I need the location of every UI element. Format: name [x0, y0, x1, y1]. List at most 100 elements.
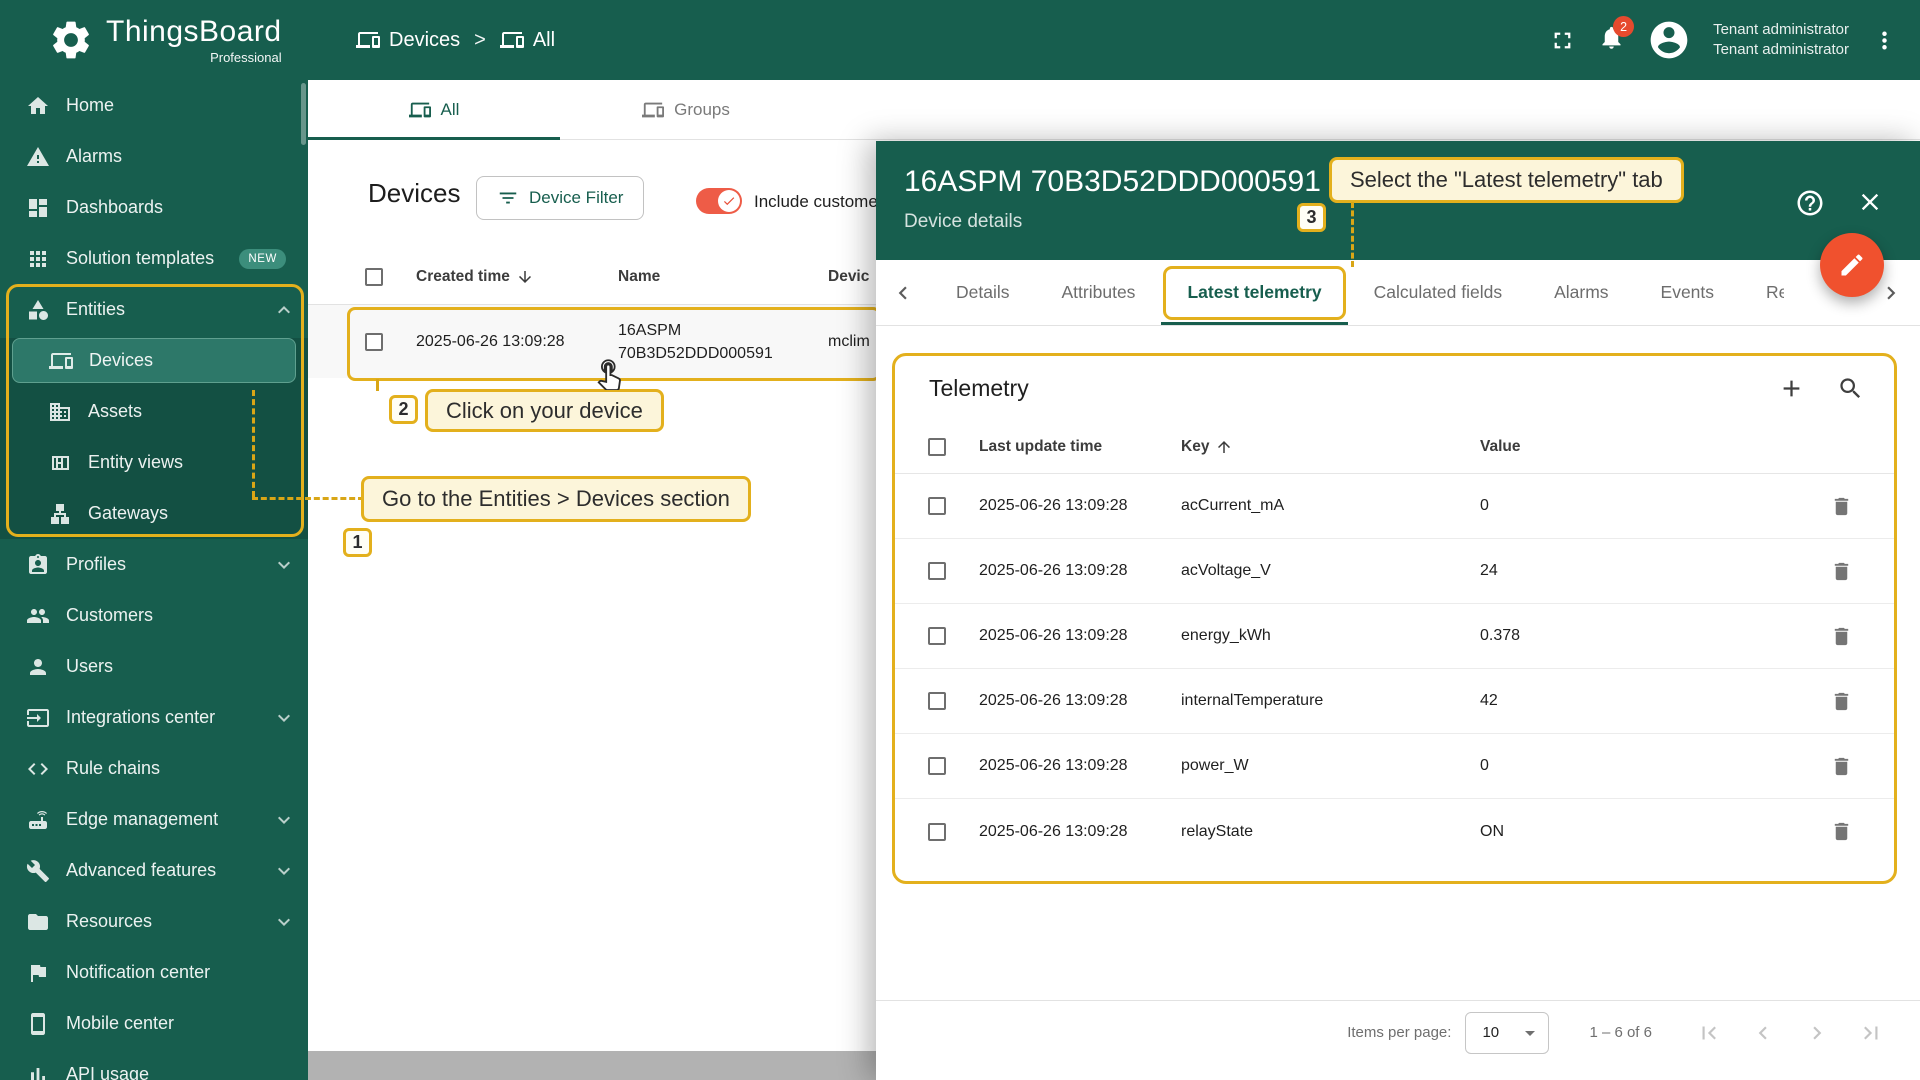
tab-details[interactable]: Details	[930, 260, 1036, 325]
telemetry-row[interactable]: 2025-06-26 13:09:28 acCurrent_mA 0	[895, 474, 1894, 539]
edit-fab-button[interactable]	[1820, 233, 1884, 297]
breadcrumb-devices[interactable]: Devices	[356, 28, 460, 52]
fullscreen-icon[interactable]	[1549, 27, 1576, 54]
device-filter-button[interactable]: Device Filter	[476, 176, 645, 220]
entity-views-icon	[48, 451, 72, 475]
close-icon[interactable]	[1856, 188, 1884, 216]
row-checkbox[interactable]	[365, 332, 383, 351]
tab-attributes[interactable]: Attributes	[1036, 260, 1162, 325]
tab-relations-clipped[interactable]: Re	[1740, 260, 1784, 325]
row-checkbox[interactable]	[928, 562, 946, 580]
tab-groups[interactable]: Groups	[560, 80, 812, 139]
step1-dashed-line-vertical	[252, 390, 255, 497]
items-per-page-select[interactable]: 10	[1465, 1011, 1550, 1054]
folder-icon	[26, 910, 50, 934]
tabs-scroll-left[interactable]	[876, 260, 930, 325]
sidebar-item-rule-chains[interactable]: Rule chains	[0, 743, 308, 794]
dropdown-arrow-icon	[1518, 1021, 1542, 1045]
rule-chains-icon	[26, 757, 50, 781]
tab-all[interactable]: All	[308, 80, 560, 140]
logo-text: ThingsBoard Professional	[106, 15, 282, 65]
tab-calculated-fields[interactable]: Calculated fields	[1348, 260, 1528, 325]
sidebar-item-mobile-center[interactable]: Mobile center	[0, 998, 308, 1049]
sidebar-scrollbar[interactable]	[301, 83, 306, 145]
sidebar: Home Alarms Dashboards Solution template…	[0, 80, 308, 1080]
telemetry-card-header: Telemetry	[895, 356, 1894, 420]
sidebar-item-resources[interactable]: Resources	[0, 896, 308, 947]
next-page-icon[interactable]	[1804, 1020, 1830, 1046]
telemetry-row[interactable]: 2025-06-26 13:09:28 energy_kWh 0.378	[895, 604, 1894, 669]
column-last-update-time[interactable]: Last update time	[965, 438, 1165, 456]
sidebar-item-home[interactable]: Home	[0, 80, 308, 131]
delete-icon[interactable]	[1830, 495, 1853, 518]
sidebar-item-api-usage[interactable]: API usage	[0, 1049, 308, 1080]
sidebar-item-solution-templates[interactable]: Solution templates NEW	[0, 233, 308, 284]
delete-icon[interactable]	[1830, 560, 1853, 583]
tab-latest-telemetry[interactable]: Latest telemetry	[1161, 260, 1348, 325]
app-name: ThingsBoard	[106, 15, 282, 48]
step3-dashed-line	[1351, 202, 1354, 267]
row-checkbox[interactable]	[928, 822, 946, 841]
tab-events[interactable]: Events	[1635, 260, 1741, 325]
user-name: Tenant administrator	[1713, 21, 1849, 38]
sidebar-item-integrations-center[interactable]: Integrations center	[0, 692, 308, 743]
sidebar-item-alarms[interactable]: Alarms	[0, 131, 308, 182]
sidebar-item-notification-center[interactable]: Notification center	[0, 947, 308, 998]
devices-icon	[356, 28, 380, 52]
row-checkbox[interactable]	[928, 757, 946, 775]
entity-tabs: All Groups	[308, 80, 1920, 140]
sidebar-item-users[interactable]: Users	[0, 641, 308, 692]
chevron-up-icon	[272, 298, 296, 322]
column-key[interactable]: Key	[1165, 438, 1465, 456]
toggle-label: Include custome	[754, 192, 878, 211]
column-created-time[interactable]: Created time	[408, 268, 610, 286]
row-checkbox[interactable]	[928, 692, 946, 710]
breadcrumb-all-label: All	[532, 28, 556, 51]
telemetry-row[interactable]: 2025-06-26 13:09:28 acVoltage_V 24	[895, 539, 1894, 604]
telemetry-row[interactable]: 2025-06-26 13:09:28 relayState ON	[895, 799, 1894, 864]
help-icon[interactable]	[1795, 188, 1825, 218]
notifications-button[interactable]: 2	[1598, 16, 1635, 56]
delete-icon[interactable]	[1830, 690, 1853, 713]
flag-icon	[26, 961, 50, 985]
integrations-icon	[26, 706, 50, 730]
new-badge: NEW	[239, 248, 286, 269]
avatar[interactable]	[1647, 18, 1691, 62]
row-checkbox[interactable]	[928, 497, 946, 515]
bar-chart-icon	[26, 1063, 50, 1080]
previous-page-icon[interactable]	[1750, 1020, 1776, 1046]
app-logo[interactable]: ThingsBoard Professional	[48, 0, 282, 80]
hand-cursor	[592, 356, 626, 391]
telemetry-row[interactable]: 2025-06-26 13:09:28 power_W 0	[895, 734, 1894, 799]
sidebar-item-customers[interactable]: Customers	[0, 590, 308, 641]
select-all-checkbox[interactable]	[365, 268, 383, 286]
sidebar-item-dashboards[interactable]: Dashboards	[0, 182, 308, 233]
last-page-icon[interactable]	[1858, 1020, 1884, 1046]
check-icon	[722, 194, 736, 208]
sidebar-item-entities[interactable]: Entities	[0, 284, 308, 335]
breadcrumb-all[interactable]: All	[499, 28, 556, 52]
row-checkbox[interactable]	[928, 627, 946, 645]
tab-alarms[interactable]: Alarms	[1528, 260, 1634, 325]
column-value[interactable]: Value	[1465, 438, 1789, 456]
include-customers-toggle[interactable]	[696, 188, 742, 214]
sidebar-item-profiles[interactable]: Profiles	[0, 539, 308, 590]
kebab-menu-icon[interactable]	[1871, 27, 1898, 54]
sidebar-item-gateways[interactable]: Gateways	[0, 488, 308, 539]
sidebar-item-assets[interactable]: Assets	[0, 386, 308, 437]
sidebar-item-advanced-features[interactable]: Advanced features	[0, 845, 308, 896]
delete-icon[interactable]	[1830, 820, 1853, 843]
sidebar-item-edge-management[interactable]: Edge management	[0, 794, 308, 845]
first-page-icon[interactable]	[1696, 1020, 1722, 1046]
search-icon[interactable]	[1837, 375, 1864, 402]
sidebar-item-devices[interactable]: Devices	[12, 338, 296, 383]
column-name[interactable]: Name	[610, 268, 820, 286]
select-all-checkbox[interactable]	[928, 437, 946, 456]
sidebar-item-entity-views[interactable]: Entity views	[0, 437, 308, 488]
delete-icon[interactable]	[1830, 625, 1853, 648]
drawer-tab-bar: Details Attributes Latest telemetry Calc…	[876, 260, 1920, 326]
telemetry-row[interactable]: 2025-06-26 13:09:28 internalTemperature …	[895, 669, 1894, 734]
add-telemetry-icon[interactable]	[1778, 375, 1805, 402]
delete-icon[interactable]	[1830, 755, 1853, 778]
step2-tooltip: Click on your device	[425, 389, 664, 432]
